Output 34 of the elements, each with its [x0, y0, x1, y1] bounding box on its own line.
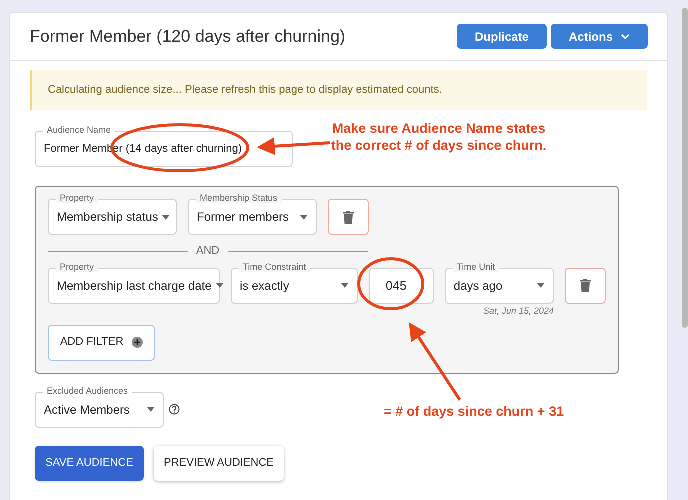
field-label: Audience Name — [43, 126, 116, 135]
field-label: Excluded Audiences — [43, 386, 132, 396]
delete-button[interactable] — [565, 268, 606, 304]
alert-banner: Calculating audience size... Please refresh this page to display estimated counts. — [30, 70, 647, 110]
dropdown-caret-icon — [340, 283, 349, 288]
trash-icon — [343, 210, 354, 224]
dropdown-caret-icon — [162, 214, 170, 220]
and-separator: AND — [196, 244, 220, 259]
scrollbar[interactable] — [682, 8, 688, 328]
actions-menu-button[interactable]: Actions — [550, 24, 648, 49]
annotation-note: Make sure Audience Name states the correct # of days since churn. — [330, 120, 548, 154]
input-field[interactable]: 045 — [368, 268, 434, 304]
field-label: Time Constraint — [239, 262, 310, 272]
dropdown-caret-icon — [537, 283, 545, 288]
dropdown-caret-icon — [147, 407, 155, 412]
annotation-note: = # of days since churn + 31 — [384, 403, 564, 421]
help-icon[interactable] — [169, 404, 180, 415]
page-title: Former Member (120 days after churning) — [30, 26, 346, 48]
highlight-ellipse — [358, 258, 424, 310]
date-hint: Sat, Jun 15, 2024 — [483, 306, 554, 316]
duplicate-button[interactable]: Duplicate — [456, 24, 547, 49]
delete-button[interactable] — [328, 199, 369, 235]
plus-circle-icon — [132, 337, 143, 348]
add-filter-button[interactable]: ADD FILTER — [48, 324, 155, 360]
dropdown-caret-icon — [300, 214, 308, 220]
field-label: Time Unit — [452, 262, 500, 272]
save-button[interactable]: SAVE AUDIENCE — [35, 446, 144, 480]
dropdown-caret-icon — [216, 283, 224, 288]
chevron-down-icon — [621, 34, 630, 40]
preview-button[interactable]: PREVIEW AUDIENCE — [154, 446, 284, 480]
trash-icon — [580, 279, 591, 292]
field-label: Property — [56, 194, 98, 203]
field-label: Membership Status — [196, 194, 282, 203]
field-label: Property — [56, 262, 98, 272]
